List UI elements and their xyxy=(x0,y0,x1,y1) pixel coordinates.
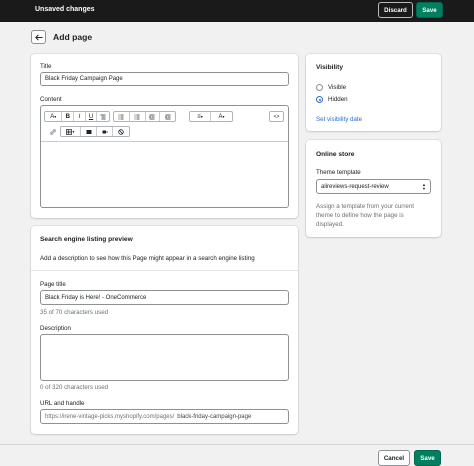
list-group xyxy=(113,111,176,122)
insert-image-button[interactable] xyxy=(81,127,97,136)
visibility-title: Visibility xyxy=(316,64,343,71)
seo-card: Search engine listing preview Add a desc… xyxy=(31,226,298,434)
chevron-down-icon: ▾ xyxy=(72,129,75,134)
insert-video-button[interactable] xyxy=(97,127,113,136)
text-color-select[interactable]: A ▾ xyxy=(211,112,232,121)
set-visibility-date-link[interactable]: Set visibility date xyxy=(316,116,362,123)
indent-icon xyxy=(164,114,171,119)
hidden-option-label: Hidden xyxy=(328,96,348,103)
insert-group: ▾ xyxy=(60,126,130,137)
bullet-list-icon xyxy=(118,114,124,119)
seo-divider xyxy=(31,270,298,271)
quote-button[interactable] xyxy=(97,112,109,121)
title-label: Title xyxy=(40,63,52,70)
seo-title: Search engine listing preview xyxy=(40,236,133,243)
html-group: <> xyxy=(269,111,284,122)
url-label: URL and handle xyxy=(40,400,85,407)
bulleted-list-button[interactable] xyxy=(114,112,130,121)
theme-template-label: Theme template xyxy=(316,169,361,176)
url-handle-input[interactable]: https://irene-vintage-picks.myshopify.co… xyxy=(40,409,289,424)
arrow-left-icon xyxy=(34,33,42,41)
underline-button[interactable]: U xyxy=(86,112,98,121)
seo-description-textarea[interactable] xyxy=(40,334,289,381)
outdent-button[interactable] xyxy=(146,112,161,121)
back-button[interactable] xyxy=(31,30,46,44)
editor-body[interactable] xyxy=(41,143,288,207)
numbered-list-button[interactable] xyxy=(130,112,146,121)
visibility-card: Visibility Visible Hidden Set visibility… xyxy=(306,54,441,131)
visible-option-label: Visible xyxy=(328,84,347,91)
italic-button[interactable]: I xyxy=(74,112,86,121)
online-store-card: Online store Theme template alireviews-r… xyxy=(306,140,441,237)
seo-page-title-input[interactable]: Black Friday is Here! - OneCommerce xyxy=(40,290,289,305)
chevron-down-icon: ▾ xyxy=(54,114,57,119)
chevron-down-icon: ▾ xyxy=(200,114,203,119)
image-icon xyxy=(86,129,91,134)
align-select[interactable]: ≡ ▾ xyxy=(190,112,211,121)
theme-template-value: alireviews-request-review xyxy=(321,183,389,190)
contextual-save-bar: Unsaved changes Discard Save xyxy=(0,0,474,22)
link-icon xyxy=(50,128,56,135)
content-label: Content xyxy=(40,96,62,103)
align-color-group: ≡ ▾ A ▾ xyxy=(189,111,233,122)
font-style-select[interactable]: A ▾ xyxy=(45,112,63,121)
title-input[interactable]: Black Friday Campaign Page xyxy=(40,72,289,86)
page-title: Add page xyxy=(53,32,93,42)
editor-toolbar: A ▾ B I U ≡ ▾ A ▾ <> ▾ xyxy=(41,106,288,142)
theme-template-select[interactable]: alireviews-request-review ▲ ▼ xyxy=(316,179,431,194)
rich-text-editor: A ▾ B I U ≡ ▾ A ▾ <> ▾ xyxy=(40,105,289,208)
chevron-down-icon: ▾ xyxy=(222,114,225,119)
theme-template-help: Assign a template from your current them… xyxy=(316,203,415,228)
url-prefix: https://irene-vintage-picks.myshopify.co… xyxy=(45,413,175,420)
quote-icon xyxy=(100,114,106,119)
page-content-card: Title Black Friday Campaign Page Content… xyxy=(31,54,298,218)
description-label: Description xyxy=(40,325,71,332)
clear-format-icon xyxy=(118,128,124,135)
save-button-footer[interactable]: Save xyxy=(414,450,441,466)
unsaved-changes-title: Unsaved changes xyxy=(35,6,95,13)
page-title-char-count: 35 of 70 characters used xyxy=(40,309,109,316)
video-icon xyxy=(102,130,107,133)
bold-button[interactable]: B xyxy=(62,112,75,121)
seo-description: Add a description to see how this Page m… xyxy=(40,255,255,262)
url-handle-value: black-friday-campaign-page xyxy=(177,413,252,420)
indent-button[interactable] xyxy=(160,112,175,121)
clear-formatting-button[interactable] xyxy=(113,127,129,136)
hidden-radio[interactable] xyxy=(316,96,323,103)
text-format-group: A ▾ B I U xyxy=(44,111,110,122)
discard-button[interactable]: Discard xyxy=(378,2,413,18)
visible-radio[interactable] xyxy=(316,84,323,91)
select-arrows-icon: ▲ ▼ xyxy=(422,182,426,191)
footer-divider xyxy=(0,444,474,445)
numbered-list-icon xyxy=(134,114,140,119)
outdent-icon xyxy=(149,114,155,119)
show-html-button[interactable]: <> xyxy=(270,112,283,121)
cancel-button[interactable]: Cancel xyxy=(378,450,410,466)
insert-table-select[interactable]: ▾ xyxy=(61,127,81,136)
online-store-title: Online store xyxy=(316,151,355,158)
save-button-top[interactable]: Save xyxy=(416,2,443,18)
page-title-label: Page title xyxy=(40,281,66,288)
link-button[interactable] xyxy=(48,127,58,136)
description-char-count: 0 of 320 characters used xyxy=(40,384,109,391)
